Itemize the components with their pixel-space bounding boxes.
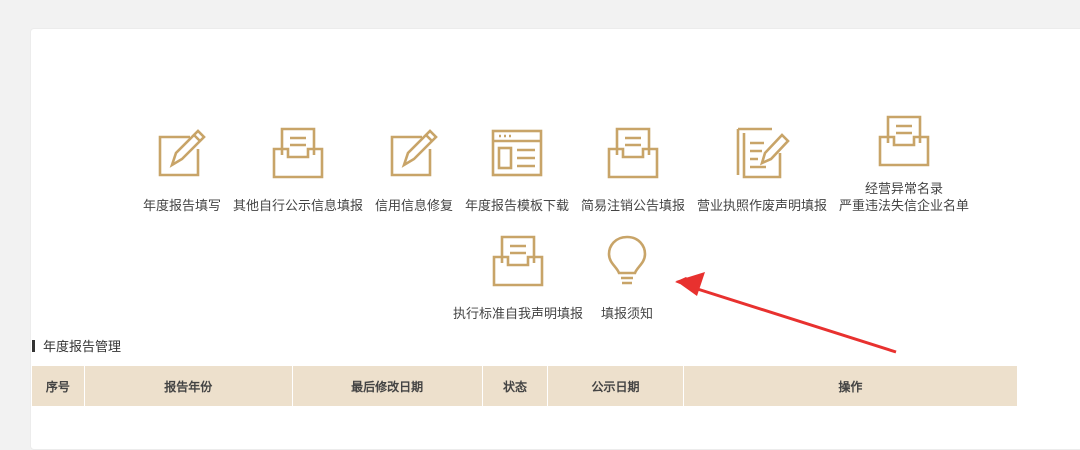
edit-icon xyxy=(382,121,446,185)
simple-deregistration-fill-label: 简易注销公告填报 xyxy=(581,199,686,214)
standard-self-declaration-label: 执行标准自我声明填报 xyxy=(452,307,583,322)
abnormal-list-label: 经营异常名录 严重违法失信企业名单 xyxy=(839,181,969,215)
report-template-download-button[interactable]: 年度报告模板下载 xyxy=(459,121,575,215)
license-void-statement-label: 营业执照作废声明填报 xyxy=(697,199,828,214)
function-row-1: 年度报告填写 其他自行公示信息填报 信用信息修复 年度报告模板下载 简易注销公告… xyxy=(31,109,1080,215)
filing-instructions-label: 填报须知 xyxy=(600,307,653,322)
inbox-document-icon xyxy=(601,121,665,185)
license-void-statement-button[interactable]: 营业执照作废声明填报 xyxy=(691,121,833,215)
column-header-last-modified: 最后修改日期 xyxy=(293,366,483,406)
credit-repair-button[interactable]: 信用信息修复 xyxy=(369,121,459,215)
table-header: 序号 报告年份 最后修改日期 状态 公示日期 操作 xyxy=(32,366,1017,406)
report-template-download-label: 年度报告模板下载 xyxy=(464,199,569,214)
annual-report-fill-label: 年度报告填写 xyxy=(142,199,221,214)
simple-deregistration-fill-button[interactable]: 简易注销公告填报 xyxy=(575,121,691,215)
column-header-publish-date: 公示日期 xyxy=(548,366,684,406)
filing-instructions-button[interactable]: 填报须知 xyxy=(589,229,665,323)
inbox-document-icon xyxy=(486,229,550,293)
abnormal-list-label-line2: 严重违法失信企业名单 xyxy=(839,199,970,214)
column-header-index: 序号 xyxy=(32,366,85,406)
template-icon xyxy=(485,121,549,185)
edit-icon xyxy=(150,121,214,185)
inbox-document-icon xyxy=(266,121,330,185)
abnormal-list-label-line1: 经营异常名录 xyxy=(865,182,944,197)
abnormal-list-button[interactable]: 经营异常名录 严重违法失信企业名单 xyxy=(833,109,975,215)
standard-self-declaration-button[interactable]: 执行标准自我声明填报 xyxy=(447,229,589,323)
column-header-status: 状态 xyxy=(483,366,549,406)
section-title: 年度报告管理 xyxy=(32,336,121,355)
function-row-2: 执行标准自我声明填报 填报须知 xyxy=(31,229,1080,323)
other-disclosure-fill-button[interactable]: 其他自行公示信息填报 xyxy=(227,121,369,215)
annual-report-fill-button[interactable]: 年度报告填写 xyxy=(137,121,227,215)
inbox-document-icon xyxy=(872,109,936,173)
function-grid: 年度报告填写 其他自行公示信息填报 信用信息修复 年度报告模板下载 简易注销公告… xyxy=(31,109,1080,323)
document-edit-icon xyxy=(730,121,794,185)
column-header-report-year: 报告年份 xyxy=(85,366,293,406)
other-disclosure-fill-label: 其他自行公示信息填报 xyxy=(232,199,363,214)
column-header-actions: 操作 xyxy=(838,379,863,394)
credit-repair-label: 信用信息修复 xyxy=(374,199,453,214)
section-title-bar xyxy=(32,339,35,352)
section-title-text: 年度报告管理 xyxy=(43,340,122,355)
lightbulb-icon xyxy=(595,229,659,293)
